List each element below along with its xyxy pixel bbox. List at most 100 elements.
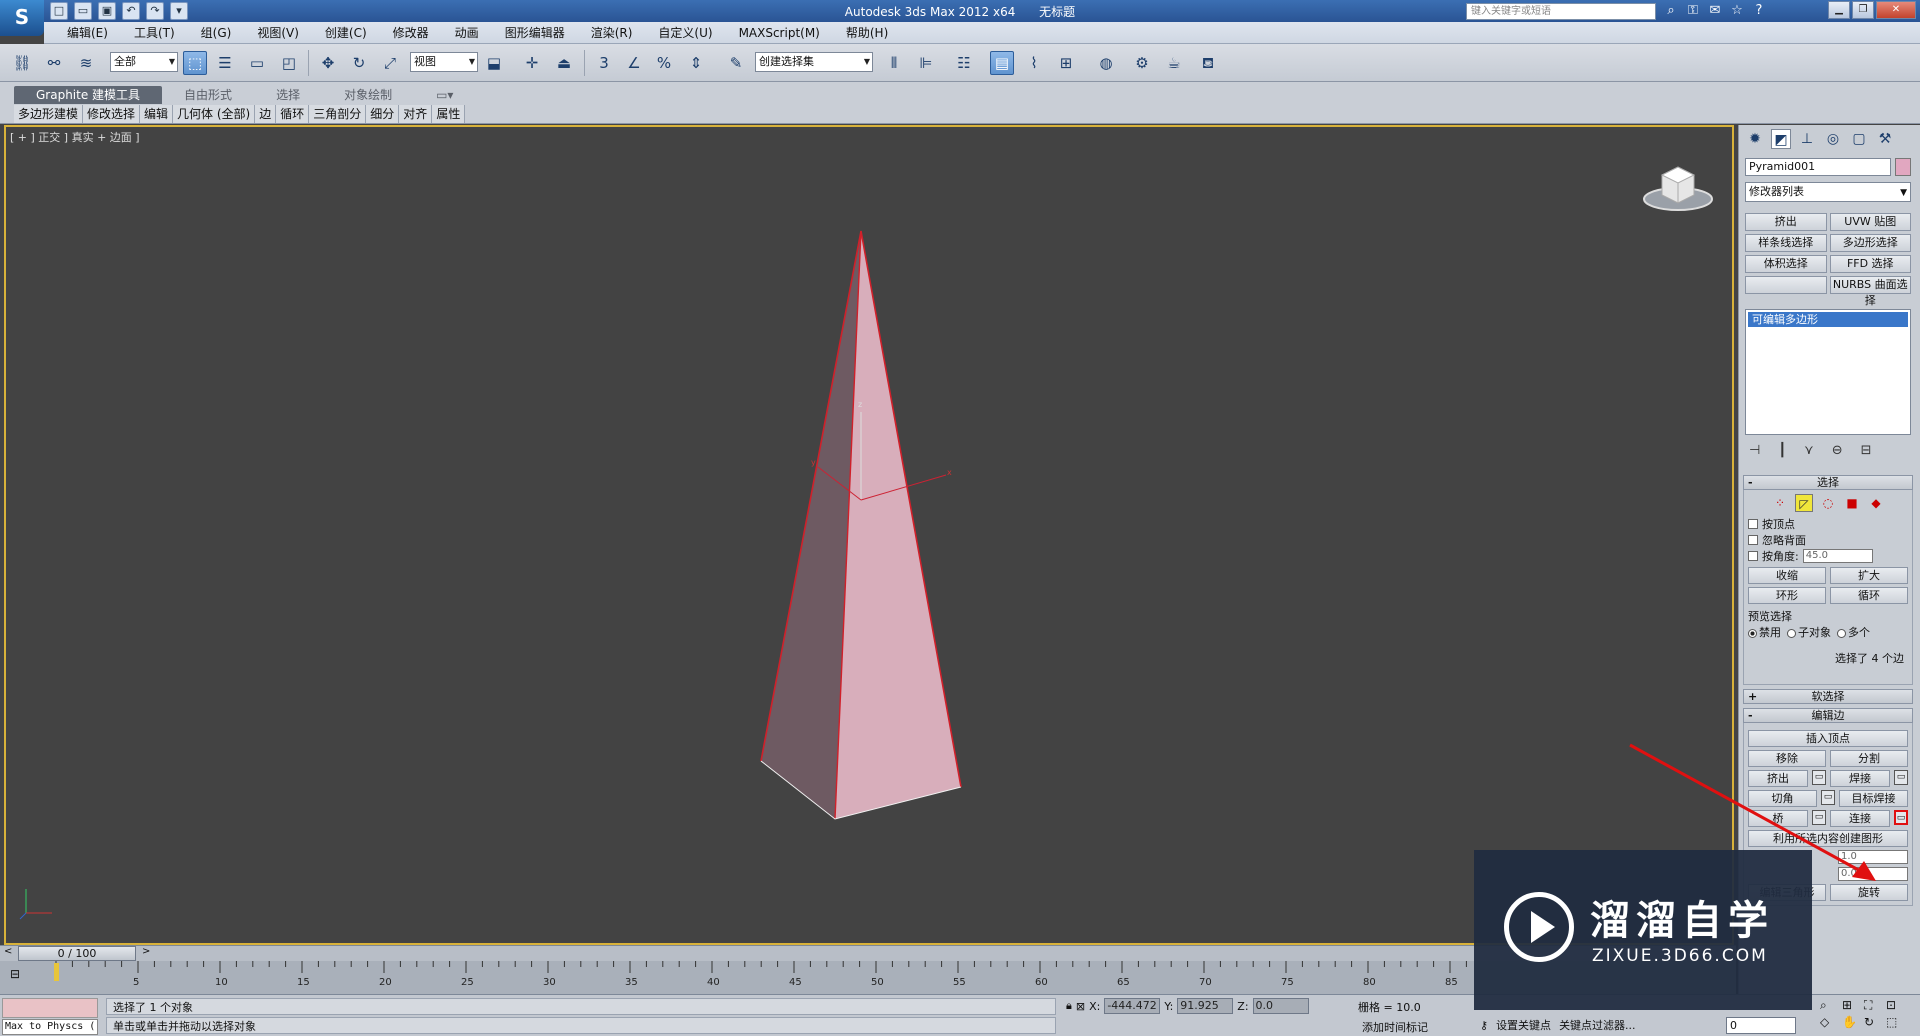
- ffd-select-button[interactable]: FFD 选择: [1829, 255, 1911, 273]
- menu-help[interactable]: 帮助(H): [833, 24, 901, 41]
- set-key-label[interactable]: 设置关键点: [1496, 1017, 1551, 1033]
- time-prev-icon[interactable]: <: [4, 946, 12, 957]
- panel-edit[interactable]: 编辑: [140, 105, 174, 123]
- current-frame-field[interactable]: 0: [1726, 1017, 1796, 1034]
- panel-properties[interactable]: 属性: [432, 105, 466, 123]
- preview-subobj-option[interactable]: 子对象: [1787, 624, 1831, 640]
- pivot-center-icon[interactable]: ⬓: [482, 51, 506, 75]
- scale-icon[interactable]: ⤢: [378, 51, 402, 75]
- spline-select-button[interactable]: 样条线选择: [1745, 234, 1827, 252]
- configure-sets-icon[interactable]: ⊟: [1861, 443, 1872, 458]
- close-icon[interactable]: ✕: [1876, 1, 1916, 19]
- grow-button[interactable]: 扩大: [1830, 567, 1908, 584]
- display-tab-icon[interactable]: ▢: [1849, 129, 1869, 149]
- percent-snap-icon[interactable]: %: [652, 51, 676, 75]
- menu-create[interactable]: 创建(C): [312, 24, 380, 41]
- menu-group[interactable]: 组(G): [188, 24, 245, 41]
- object-name-field[interactable]: Pyramid001: [1745, 158, 1891, 176]
- make-unique-icon[interactable]: ⋎: [1804, 443, 1814, 458]
- panel-polygon-modeling[interactable]: 多边形建模: [14, 105, 84, 123]
- select-object-icon[interactable]: ⬚: [183, 51, 207, 75]
- app-logo[interactable]: S: [0, 0, 44, 36]
- viewcube-icon[interactable]: [1638, 155, 1718, 215]
- modifier-list-dropdown[interactable]: 修改器列表: [1745, 182, 1911, 202]
- bind-spacewarp-icon[interactable]: ≋: [74, 51, 98, 75]
- remove-modifier-icon[interactable]: ⊖: [1832, 443, 1843, 458]
- pan-icon[interactable]: ✋: [1842, 1015, 1862, 1029]
- layer-manager-icon[interactable]: ☷: [952, 51, 976, 75]
- zoom-extents-all-icon[interactable]: ⊡: [1886, 998, 1906, 1013]
- vol-select-button[interactable]: 体积选择: [1745, 255, 1827, 273]
- menu-edit[interactable]: 编辑(E): [54, 24, 121, 41]
- add-time-tag[interactable]: 添加时间标记: [1362, 1019, 1428, 1035]
- tab-freeform[interactable]: 自由形式: [162, 86, 254, 104]
- help-icon[interactable]: ?: [1750, 2, 1768, 20]
- menu-graph-editors[interactable]: 图形编辑器: [492, 24, 578, 41]
- move-icon[interactable]: ✥: [316, 51, 340, 75]
- maxscript-mini-listener[interactable]: Max to Physcs (: [2, 1019, 98, 1035]
- render-setup-icon[interactable]: ⚙: [1130, 51, 1154, 75]
- poly-select-button[interactable]: 多边形选择: [1829, 234, 1911, 252]
- zoom-extents-icon[interactable]: ⛶: [1864, 998, 1884, 1013]
- tab-object-paint[interactable]: 对象绘制: [322, 86, 414, 104]
- align-icon[interactable]: ⊫: [914, 51, 938, 75]
- panel-modify-selection[interactable]: 修改选择: [83, 105, 141, 123]
- by-vertex-row[interactable]: 按顶点: [1748, 516, 1908, 532]
- orbit-icon[interactable]: ↻: [1864, 1015, 1884, 1029]
- modify-tab-icon[interactable]: ◩: [1771, 129, 1791, 149]
- menu-rendering[interactable]: 渲染(R): [578, 24, 646, 41]
- motion-tab-icon[interactable]: ◎: [1823, 129, 1843, 149]
- unlink-icon[interactable]: ⚯: [42, 51, 66, 75]
- graphite-toggle-icon[interactable]: ▤: [990, 51, 1014, 75]
- window-crossing-icon[interactable]: ◰: [277, 51, 301, 75]
- search-input[interactable]: 键入关键字或短语: [1466, 3, 1656, 20]
- angle-snap-icon[interactable]: ∠: [622, 51, 646, 75]
- rollout-soft-selection-header[interactable]: + 软选择: [1743, 689, 1913, 704]
- panel-tris[interactable]: 三角剖分: [309, 105, 367, 123]
- preview-multi-option[interactable]: 多个: [1837, 624, 1870, 640]
- panel-subdivision[interactable]: 细分: [366, 105, 400, 123]
- spinner-snap-icon[interactable]: ⇕: [684, 51, 708, 75]
- reference-coordinate-dropdown[interactable]: 视图: [410, 52, 478, 72]
- panel-edges[interactable]: 边: [255, 105, 277, 123]
- set-key-icon[interactable]: ⚷: [1480, 1019, 1488, 1032]
- curve-editor-icon[interactable]: ⌇: [1022, 51, 1046, 75]
- z-coordinate-field[interactable]: 0.0: [1252, 998, 1309, 1014]
- ring-button[interactable]: 环形: [1748, 587, 1826, 604]
- menu-modifiers[interactable]: 修改器: [380, 24, 442, 41]
- show-end-result-icon[interactable]: ┃: [1778, 443, 1786, 458]
- angle-spinner[interactable]: 45.0: [1802, 549, 1873, 563]
- zoom-all-icon[interactable]: ⊞: [1842, 998, 1862, 1013]
- utilities-tab-icon[interactable]: ⚒: [1875, 129, 1895, 149]
- menu-views[interactable]: 视图(V): [244, 24, 312, 41]
- element-level-icon[interactable]: ◆: [1867, 494, 1885, 512]
- loop-button[interactable]: 循环: [1830, 587, 1908, 604]
- absolute-mode-icon[interactable]: ⊠: [1076, 1000, 1085, 1013]
- tab-selection[interactable]: 选择: [254, 86, 322, 104]
- key-filters-button[interactable]: 关键点过滤器...: [1559, 1017, 1636, 1033]
- maximize-viewport-icon[interactable]: ⬚: [1886, 1015, 1906, 1029]
- mini-curve-editor-icon[interactable]: ⊟: [10, 967, 20, 981]
- rotate-icon[interactable]: ↻: [347, 51, 371, 75]
- current-frame-marker[interactable]: [54, 963, 59, 981]
- select-manipulate-icon[interactable]: ✛: [520, 51, 544, 75]
- time-next-icon[interactable]: >: [142, 946, 150, 957]
- menu-customize[interactable]: 自定义(U): [645, 24, 725, 41]
- selection-filter-dropdown[interactable]: 全部: [110, 52, 178, 72]
- maximize-icon[interactable]: ❐: [1852, 1, 1874, 19]
- keyboard-shortcut-icon[interactable]: ⏏: [552, 51, 576, 75]
- rectangular-selection-icon[interactable]: ▭: [245, 51, 269, 75]
- lock-selection-icon[interactable]: 🔒︎: [1066, 999, 1072, 1013]
- preview-off-option[interactable]: 禁用: [1748, 624, 1781, 640]
- by-angle-row[interactable]: 按角度: 45.0: [1748, 548, 1908, 564]
- vertex-level-icon[interactable]: ⁘: [1771, 494, 1789, 512]
- rollout-edit-edges-header[interactable]: - 编辑边: [1743, 708, 1913, 723]
- by-vertex-checkbox[interactable]: [1748, 519, 1758, 529]
- select-by-name-icon[interactable]: ☰: [213, 51, 237, 75]
- by-angle-checkbox[interactable]: [1748, 551, 1758, 561]
- snap-toggle-icon[interactable]: 3: [592, 51, 616, 75]
- menu-animation[interactable]: 动画: [442, 24, 492, 41]
- pin-stack-icon[interactable]: ⊣: [1749, 443, 1760, 458]
- binoculars-icon[interactable]: ⌕: [1662, 2, 1680, 20]
- polygon-level-icon[interactable]: ■: [1843, 494, 1861, 512]
